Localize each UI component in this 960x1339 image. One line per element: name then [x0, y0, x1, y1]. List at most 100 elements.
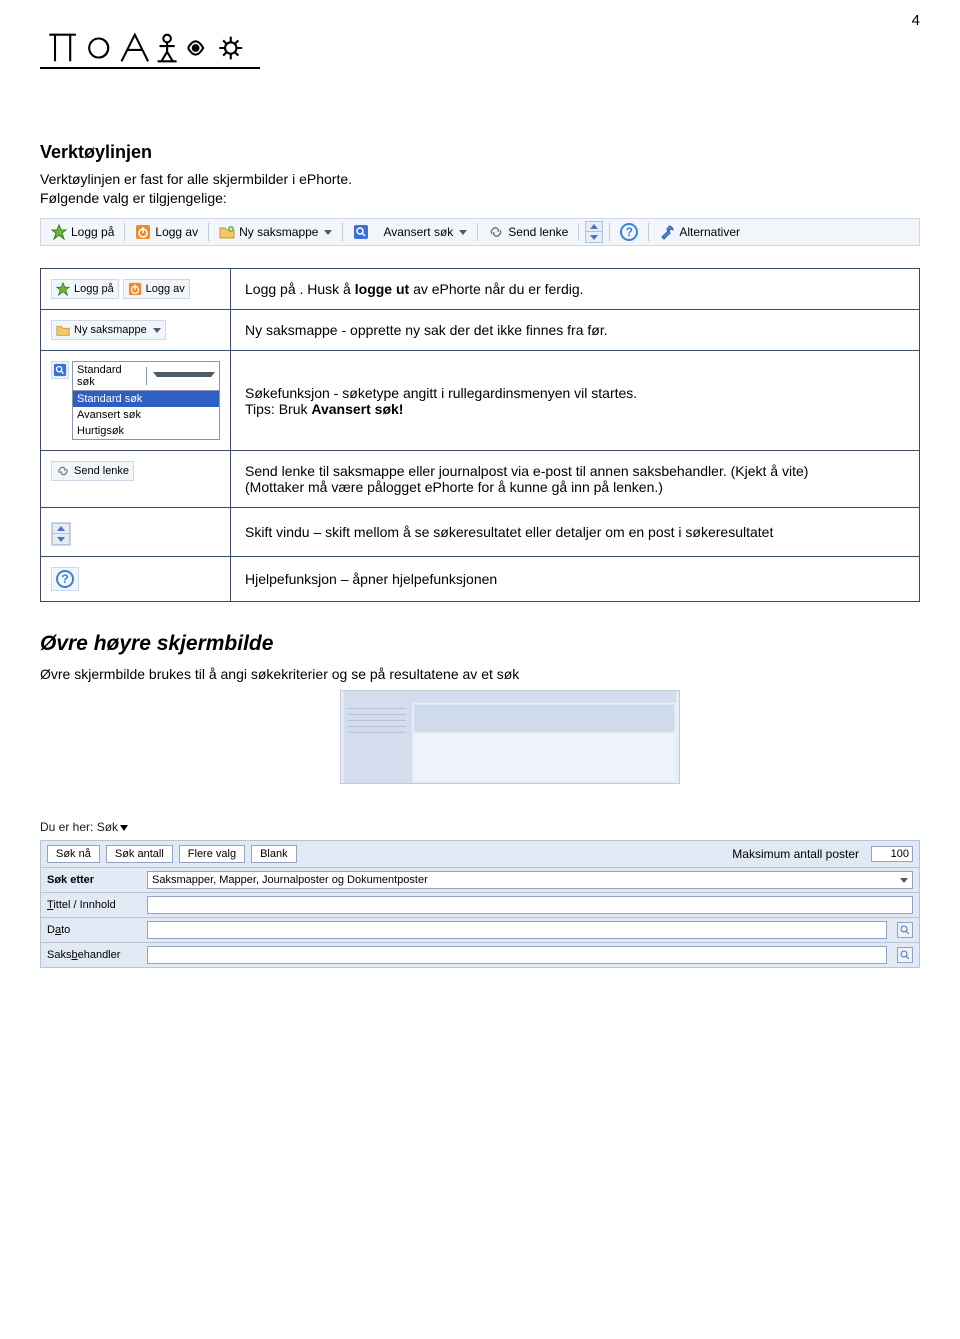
row-icon-cell: Logg på Logg av — [41, 269, 231, 310]
row-desc: Hjelpefunksjon – åpner hjelpefunksjonen — [231, 557, 920, 602]
search-dd-selected: Standard søk — [73, 362, 146, 390]
power-orange-icon — [135, 224, 151, 240]
intro-p2: Følgende valg er tilgjengelige: — [40, 190, 920, 206]
separator — [342, 223, 343, 241]
row-icon-cell: ? — [41, 557, 231, 602]
search-icon — [353, 224, 369, 240]
section-title-toolbar: Verktøylinjen — [40, 142, 920, 163]
sok-etter-label: Søk etter — [47, 874, 141, 886]
avansert-sok-button[interactable]: Avansert søk — [379, 224, 471, 240]
sok-etter-row: Søk etter Saksmapper, Mapper, Journalpos… — [40, 868, 920, 893]
tip-bold: Avansert søk! — [311, 401, 403, 417]
row-icon-cell: Ny saksmappe — [41, 310, 231, 351]
sok-na-button[interactable]: Søk nå — [47, 845, 100, 863]
wrench-icon — [659, 224, 675, 240]
mini-send-lenke[interactable]: Send lenke — [51, 461, 134, 481]
switch-view-mini[interactable] — [52, 523, 70, 545]
separator — [648, 223, 649, 241]
row-icon-cell: Standard søk Standard søk Avansert søk H… — [41, 351, 231, 451]
magnifier-icon — [900, 925, 910, 935]
flere-valg-button[interactable]: Flere valg — [179, 845, 245, 863]
mini-logg-pa-label: Logg på — [74, 283, 114, 295]
star-green-icon — [56, 282, 70, 296]
link-icon — [488, 224, 504, 240]
row-desc: Skift vindu – skift mellom å se søkeresu… — [231, 508, 920, 557]
logg-av-button[interactable]: Logg av — [131, 223, 202, 241]
mini-logg-av[interactable]: Logg av — [123, 279, 190, 299]
logg-pa-button[interactable]: Logg på — [47, 223, 118, 241]
sok-antall-button[interactable]: Søk antall — [106, 845, 173, 863]
maks-poster-label: Maksimum antall poster — [732, 847, 859, 861]
chevron-down-icon — [57, 537, 65, 542]
dropdown-arrow-icon — [324, 230, 332, 235]
lookup-icon[interactable] — [897, 922, 913, 938]
saksbehandler-row: Saksbehandler — [40, 943, 920, 968]
desc-text: Hjelpefunksjon – åpner hjelpefunksjonen — [245, 571, 497, 587]
breadcrumb: Du er her: Søk — [40, 820, 920, 834]
ny-saksmappe-button[interactable]: Ny saksmappe — [215, 223, 336, 241]
desc-post: (Mottaker må være pålogget ePhorte for å… — [245, 479, 663, 495]
separator — [609, 223, 610, 241]
mini-ny-saksmappe[interactable]: Ny saksmappe — [51, 320, 166, 340]
alternativer-label: Alternativer — [679, 225, 740, 239]
magnifier-icon — [900, 950, 910, 960]
dropdown-arrow-icon — [900, 878, 908, 883]
dato-input[interactable] — [147, 921, 887, 939]
toolbar-description-table: Logg på Logg av Logg på . Husk å logge u… — [40, 268, 920, 602]
sok-etter-select[interactable]: Saksmapper, Mapper, Journalposter og Dok… — [147, 871, 913, 889]
separator — [208, 223, 209, 241]
search-type-dropdown[interactable]: Standard søk Standard søk Avansert søk H… — [72, 361, 220, 440]
tip-pre: Tips: Bruk — [245, 401, 311, 417]
mini-logg-av-label: Logg av — [146, 283, 185, 295]
sok-etter-value: Saksmapper, Mapper, Journalposter og Dok… — [152, 874, 898, 886]
send-lenke-button[interactable]: Send lenke — [484, 223, 572, 241]
switch-view-button[interactable] — [585, 221, 603, 243]
dato-row: Dato — [40, 918, 920, 943]
desc-text: Ny saksmappe - opprette ny sak der det i… — [245, 322, 608, 338]
chevron-down-icon — [120, 825, 128, 831]
breadcrumb-text: Du er her: Søk — [40, 820, 118, 834]
tittel-label: Tittel / Innhold — [47, 899, 141, 911]
row-desc: Logg på . Husk å logge ut av ePhorte når… — [231, 269, 920, 310]
row-icon-cell — [41, 508, 231, 557]
header-glyph-strip — [40, 29, 260, 69]
question-icon: ? — [56, 570, 74, 588]
blank-button[interactable]: Blank — [251, 845, 297, 863]
tittel-input[interactable] — [147, 896, 913, 914]
row-desc: Søkefunksjon - søketype angitt i rullega… — [231, 351, 920, 451]
separator — [124, 223, 125, 241]
mini-send-lenke-label: Send lenke — [74, 465, 129, 477]
search-button[interactable] — [349, 223, 373, 241]
dropdown-arrow-icon — [153, 372, 216, 381]
desc-post: av ePhorte når du er ferdig. — [409, 281, 583, 297]
power-orange-icon — [128, 282, 142, 296]
saksbehandler-input[interactable] — [147, 946, 887, 964]
row-icon-cell: Send lenke — [41, 451, 231, 508]
search-panel: Du er her: Søk Søk nå Søk antall Flere v… — [40, 820, 920, 968]
dropdown-arrow-icon — [459, 230, 467, 235]
maks-poster-input[interactable] — [871, 846, 913, 862]
help-button[interactable]: ? — [616, 222, 642, 242]
search-button-row: Søk nå Søk antall Flere valg Blank Maksi… — [40, 840, 920, 868]
lookup-icon[interactable] — [897, 947, 913, 963]
intro-p1: Verktøylinjen er fast for alle skjermbil… — [40, 171, 920, 187]
search-dd-option[interactable]: Standard søk — [73, 391, 219, 407]
row-desc: Send lenke til saksmappe eller journalpo… — [231, 451, 920, 508]
avansert-sok-label: Avansert søk — [383, 225, 453, 239]
desc-text: Søkefunksjon - søketype angitt i rullega… — [245, 385, 637, 401]
mini-search[interactable] — [51, 361, 69, 379]
alternativer-button[interactable]: Alternativer — [655, 223, 744, 241]
search-dd-option[interactable]: Avansert søk — [73, 407, 219, 423]
chevron-down-icon — [590, 235, 598, 240]
ny-saksmappe-label: Ny saksmappe — [239, 225, 318, 239]
mini-logg-pa[interactable]: Logg på — [51, 279, 119, 299]
star-green-icon — [51, 224, 67, 240]
link-icon — [56, 464, 70, 478]
send-lenke-label: Send lenke — [508, 225, 568, 239]
desc-text: Skift vindu – skift mellom å se søkeresu… — [245, 524, 773, 540]
folder-plus-icon — [56, 323, 70, 337]
search-dd-option[interactable]: Hurtigsøk — [73, 423, 219, 439]
tittel-row: Tittel / Innhold — [40, 893, 920, 918]
dato-label: Dato — [47, 924, 141, 936]
toolbar-full: Logg på Logg av Ny saksmappe Avansert sø… — [40, 218, 920, 246]
